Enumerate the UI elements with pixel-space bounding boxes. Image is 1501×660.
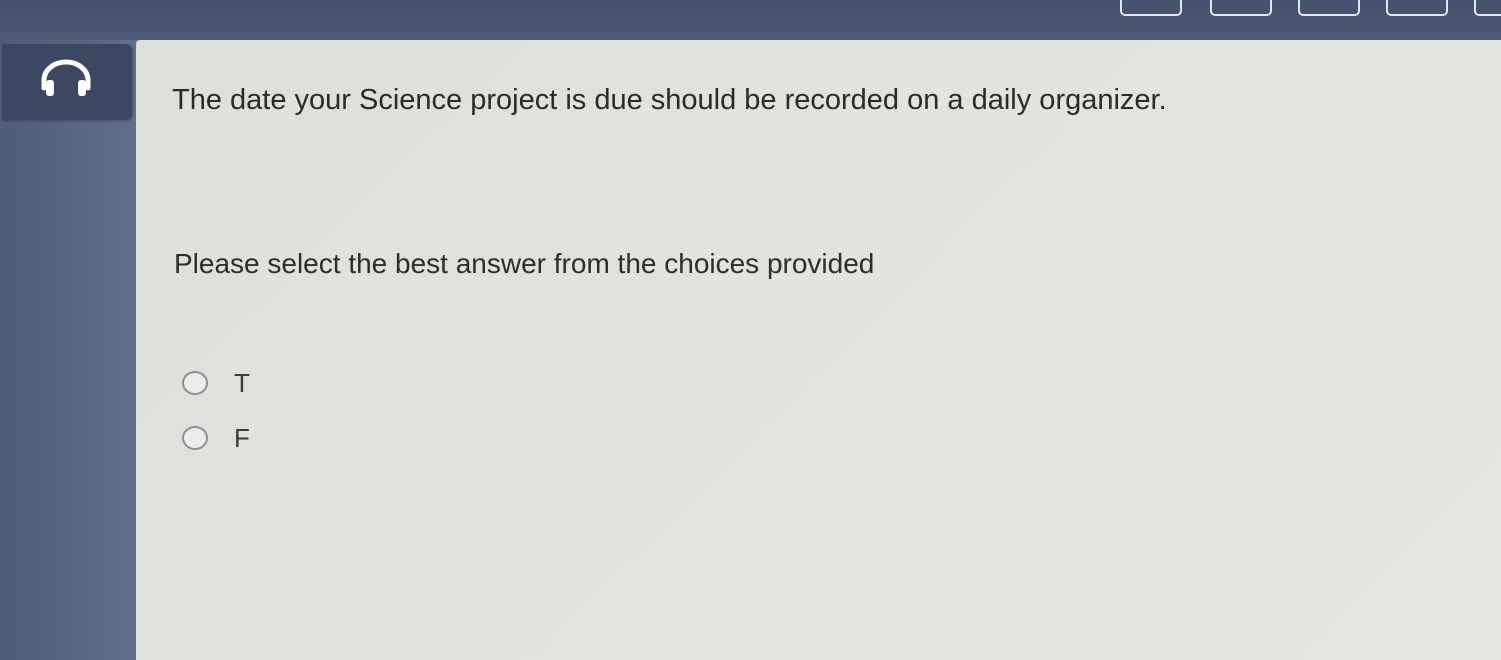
left-rail [0, 40, 150, 660]
audio-button[interactable] [2, 44, 132, 120]
question-nav-tab[interactable] [1210, 0, 1272, 16]
top-nav-bar [0, 0, 1501, 44]
choice-label: F [234, 422, 250, 453]
question-nav-tab[interactable] [1474, 0, 1501, 16]
choice-option-t[interactable]: T [182, 368, 250, 398]
radio-unselected-icon[interactable] [182, 426, 208, 450]
choice-label: T [234, 367, 250, 398]
question-nav-tab[interactable] [1298, 0, 1360, 16]
radio-unselected-icon[interactable] [182, 371, 208, 395]
choice-option-f[interactable]: F [182, 423, 250, 453]
instruction-text: Please select the best answer from the c… [174, 248, 875, 279]
question-card: The date your Science project is due sho… [136, 40, 1501, 660]
question-text: The date your Science project is due sho… [172, 84, 1167, 116]
headphones-icon [41, 59, 91, 96]
question-nav-tab[interactable] [1120, 0, 1182, 16]
question-nav-tab[interactable] [1386, 0, 1448, 16]
